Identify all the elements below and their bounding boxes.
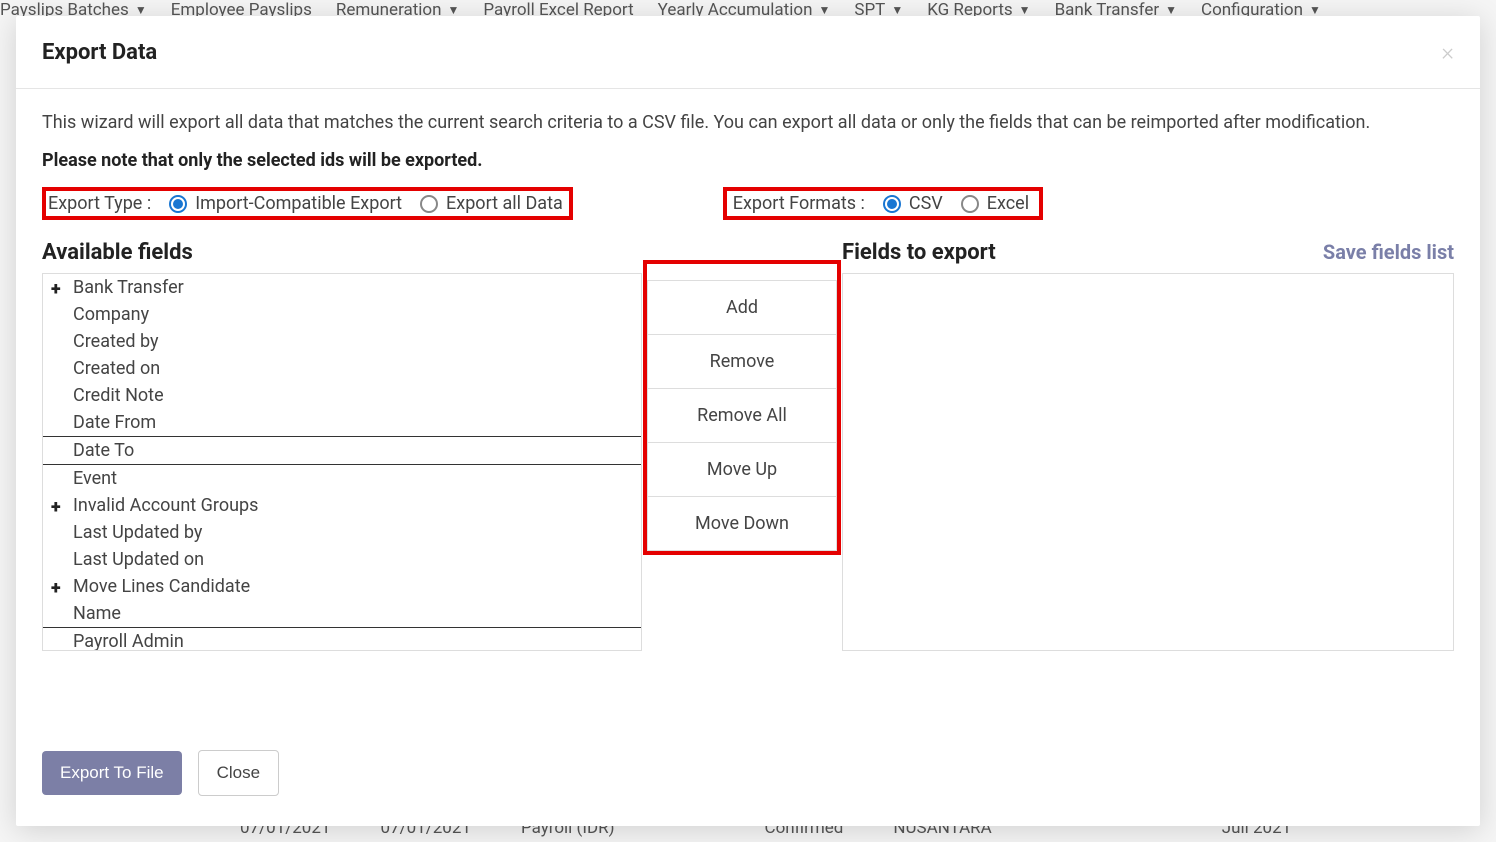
columns: Available fields + Bank Transfer Company Cr… [42,240,1454,651]
export-type-group: Export Type : Import-Compatible Export E… [42,187,573,220]
close-button[interactable]: Close [198,750,279,796]
buttons-column: Add Remove Remove All Move Up Move Down [642,240,842,651]
modal-body: This wizard will export all data that ma… [16,89,1480,728]
field-label: Bank Transfer [73,277,184,298]
add-button[interactable]: Add [647,280,837,335]
modal-footer: Export To File Close [16,728,1480,826]
export-column: Fields to export Save fields list [842,240,1454,651]
radio-excel[interactable]: Excel [961,193,1029,214]
field-label: Created on [73,358,160,379]
field-label: Company [73,304,149,325]
radio-icon [420,195,438,213]
field-item[interactable]: + Move Lines Candidate [43,573,641,600]
export-data-modal: Export Data × This wizard will export al… [16,16,1480,826]
field-item[interactable]: Event [43,465,641,492]
plus-icon[interactable]: + [51,279,61,300]
radio-icon [169,195,187,213]
radio-import-compatible[interactable]: Import-Compatible Export [169,193,402,214]
available-fields-list[interactable]: + Bank Transfer Company Created by Created o… [42,273,642,651]
action-buttons-highlight: Add Remove Remove All Move Up Move Down [643,260,841,555]
caret-down-icon: ▼ [1309,3,1321,17]
move-up-button[interactable]: Move Up [647,443,837,497]
caret-down-icon: ▼ [818,3,830,17]
field-label: Move Lines Candidate [73,576,250,597]
field-label: Name [73,603,121,624]
note-text: Please note that only the selected ids w… [42,150,1454,171]
field-item[interactable]: Date To [43,437,641,465]
field-label: Date To [73,440,134,461]
field-label: Created by [73,331,159,352]
available-column: Available fields + Bank Transfer Company Cr… [42,240,642,651]
save-fields-list-link[interactable]: Save fields list [1323,240,1454,264]
field-label: Date From [73,412,156,433]
intro-text: This wizard will export all data that ma… [42,109,1454,136]
field-item[interactable]: Date From [43,409,641,437]
caret-down-icon: ▼ [891,3,903,17]
field-item[interactable]: Payroll Admin [43,628,641,651]
fields-to-export-list[interactable] [842,273,1454,651]
export-to-file-button[interactable]: Export To File [42,751,182,795]
modal-title: Export Data [42,40,157,65]
radio-icon [961,195,979,213]
remove-all-button[interactable]: Remove All [647,389,837,443]
radio-csv[interactable]: CSV [883,193,943,214]
caret-down-icon: ▼ [448,3,460,17]
export-format-group: Export Formats : CSV Excel [723,187,1043,220]
plus-icon[interactable]: + [51,578,61,599]
field-item[interactable]: Name [43,600,641,628]
caret-down-icon: ▼ [135,3,147,17]
field-item[interactable]: + Bank Transfer [43,274,641,301]
field-label: Credit Note [73,385,164,406]
field-label: Payroll Admin [73,631,184,651]
export-type-label: Export Type : [48,193,151,214]
options-row: Export Type : Import-Compatible Export E… [42,187,1454,220]
field-item[interactable]: Last Updated on [43,546,641,573]
field-item[interactable]: Last Updated by [43,519,641,546]
field-item[interactable]: Company [43,301,641,328]
field-item[interactable]: Credit Note [43,382,641,409]
move-down-button[interactable]: Move Down [647,497,837,551]
fields-to-export-label: Fields to export [842,240,996,265]
plus-icon[interactable]: + [51,497,61,518]
field-label: Event [73,468,117,489]
modal-header: Export Data × [16,16,1480,89]
field-label: Invalid Account Groups [73,495,258,516]
radio-export-all[interactable]: Export all Data [420,193,563,214]
available-fields-label: Available fields [42,240,642,265]
export-format-label: Export Formats : [733,193,865,214]
remove-button[interactable]: Remove [647,335,837,389]
field-item[interactable]: + Invalid Account Groups [43,492,641,519]
radio-icon [883,195,901,213]
caret-down-icon: ▼ [1165,3,1177,17]
field-item[interactable]: Created by [43,328,641,355]
caret-down-icon: ▼ [1019,3,1031,17]
field-label: Last Updated by [73,522,202,543]
field-item[interactable]: Created on [43,355,641,382]
close-icon[interactable]: × [1441,38,1454,66]
field-label: Last Updated on [73,549,204,570]
